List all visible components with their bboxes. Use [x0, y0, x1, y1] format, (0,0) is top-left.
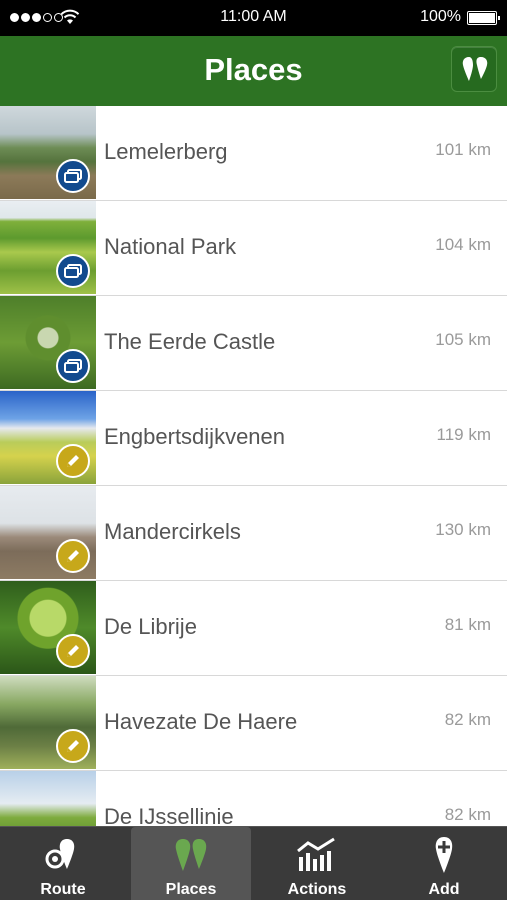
gallery-icon — [56, 254, 90, 288]
place-thumbnail — [0, 201, 96, 294]
place-row[interactable]: The Eerde Castle 105 km — [0, 296, 507, 391]
tab-route[interactable]: Route — [3, 827, 123, 900]
add-pin-icon — [435, 837, 453, 873]
place-distance: 105 km — [435, 330, 491, 349]
place-row[interactable]: De Librije 81 km — [0, 581, 507, 676]
place-thumbnail — [0, 581, 96, 674]
tab-actions[interactable]: Actions — [257, 827, 377, 900]
place-row[interactable]: De IJssellinie 82 km — [0, 771, 507, 826]
navigation-bar: Places — [0, 36, 507, 106]
place-distance: 82 km — [444, 710, 491, 729]
place-row[interactable]: National Park 104 km — [0, 201, 507, 296]
place-thumbnail — [0, 391, 96, 484]
place-row[interactable]: Lemelerberg 101 km — [0, 106, 507, 201]
tab-places[interactable]: Places — [131, 827, 251, 900]
gallery-icon — [56, 159, 90, 193]
places-pins-icon — [175, 839, 207, 871]
tab-label: Places — [165, 881, 217, 898]
tab-label: Route — [40, 881, 86, 898]
tab-label: Actions — [287, 881, 347, 898]
pencil-icon — [56, 634, 90, 668]
tab-bar: Route Places Actions Add — [0, 826, 507, 900]
place-name: Mandercirkels — [104, 519, 241, 544]
place-thumbnail — [0, 771, 96, 826]
actions-chart-icon — [297, 837, 335, 871]
place-name: Lemelerberg — [104, 139, 228, 164]
place-name: De IJssellinie — [104, 804, 234, 826]
place-thumbnail — [0, 296, 96, 389]
place-thumbnail — [0, 106, 96, 199]
place-distance: 82 km — [444, 805, 491, 824]
place-name: Havezate De Haere — [104, 709, 298, 734]
place-row[interactable]: Engbertsdijkvenen 119 km — [0, 391, 507, 486]
route-pin-icon — [45, 839, 75, 869]
place-distance: 81 km — [444, 615, 491, 634]
place-distance: 104 km — [435, 235, 491, 254]
map-view-button[interactable] — [451, 46, 497, 92]
battery-percent: 100% — [420, 8, 461, 25]
pencil-icon — [56, 444, 90, 478]
place-row[interactable]: Mandercirkels 130 km — [0, 486, 507, 581]
place-name: Engbertsdijkvenen — [104, 424, 286, 449]
places-list[interactable]: Lemelerberg 101 km National Park 104 km … — [0, 106, 507, 826]
status-bar: 11:00 AM 100% — [0, 0, 507, 36]
battery-icon — [467, 11, 500, 25]
place-name: National Park — [104, 234, 237, 259]
place-thumbnail — [0, 486, 96, 579]
pencil-icon — [56, 539, 90, 573]
place-distance: 130 km — [435, 520, 491, 539]
place-distance: 101 km — [435, 140, 491, 159]
place-distance: 119 km — [436, 425, 492, 444]
tab-label: Add — [428, 881, 460, 898]
tab-add[interactable]: Add — [384, 827, 504, 900]
place-row[interactable]: Havezate De Haere 82 km — [0, 676, 507, 771]
place-name: De Librije — [104, 614, 197, 639]
place-thumbnail — [0, 676, 96, 769]
gallery-icon — [56, 349, 90, 383]
place-name: The Eerde Castle — [104, 329, 276, 354]
map-pins-icon — [462, 57, 488, 81]
pencil-icon — [56, 729, 90, 763]
page-title: Places — [204, 52, 303, 87]
